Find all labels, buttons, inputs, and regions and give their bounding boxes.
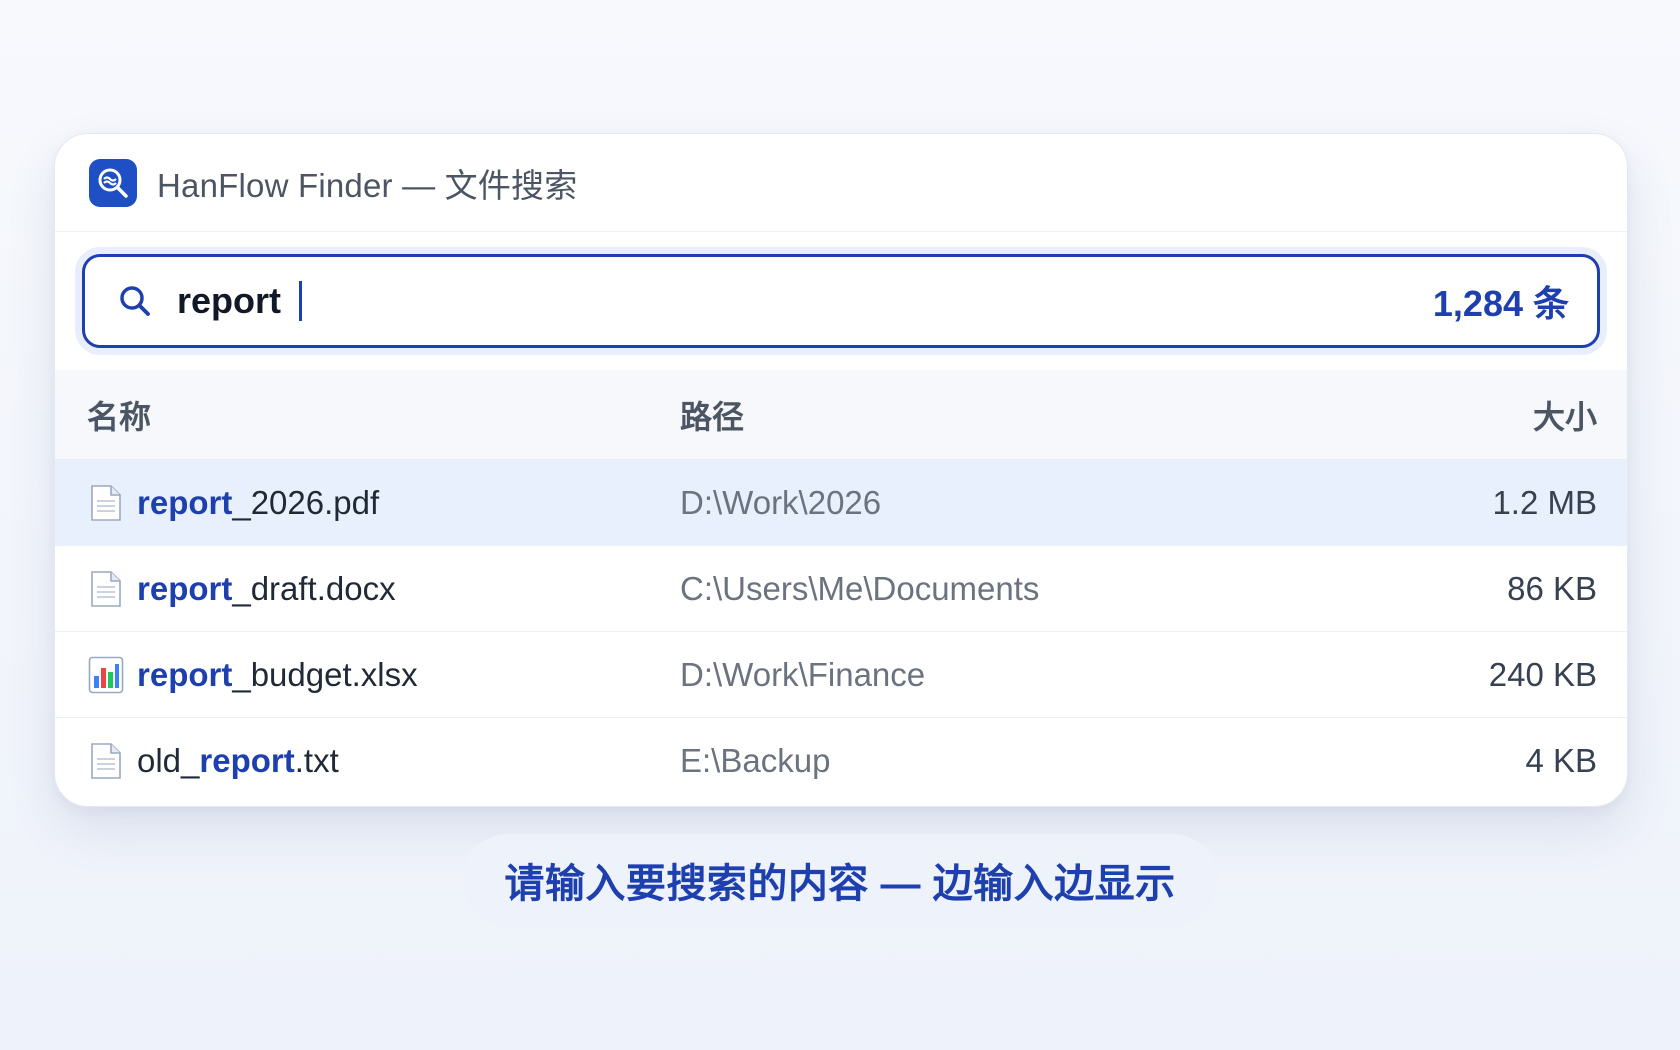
file-name: report_budget.xlsx bbox=[137, 655, 418, 693]
table-row[interactable]: old_report.txt E:\Backup 4 KB bbox=[55, 718, 1627, 804]
document-icon bbox=[87, 741, 125, 781]
file-path: D:\Work\2026 bbox=[680, 483, 882, 521]
results-table: 名称 路径 大小 report_2026.pdf D:\Work\2026 1.… bbox=[55, 370, 1627, 804]
table-row[interactable]: report_draft.docx C:\Users\Me\Documents … bbox=[55, 546, 1627, 632]
file-name: report_draft.docx bbox=[137, 569, 396, 607]
column-header-size[interactable]: 大小 bbox=[1533, 392, 1597, 438]
table-header: 名称 路径 大小 bbox=[55, 370, 1627, 460]
finder-window: HanFlow Finder — 文件搜索 report 1,284 条 名称 … bbox=[54, 133, 1628, 807]
document-icon bbox=[87, 483, 125, 523]
window-title: HanFlow Finder — 文件搜索 bbox=[157, 166, 578, 204]
search-box[interactable]: report 1,284 条 bbox=[82, 254, 1600, 348]
file-size: 240 KB bbox=[1488, 655, 1597, 693]
document-icon bbox=[87, 569, 125, 609]
file-size: 4 KB bbox=[1525, 742, 1597, 779]
table-row[interactable]: report_budget.xlsx D:\Work\Finance 240 K… bbox=[55, 632, 1627, 718]
column-header-name[interactable]: 名称 bbox=[87, 392, 151, 438]
text-caret bbox=[299, 281, 303, 321]
search-icon bbox=[117, 283, 153, 319]
table-row[interactable]: report_2026.pdf D:\Work\2026 1.2 MB bbox=[55, 460, 1627, 546]
file-path: C:\Users\Me\Documents bbox=[680, 569, 1040, 607]
file-size: 86 KB bbox=[1507, 569, 1597, 607]
column-header-path[interactable]: 路径 bbox=[680, 392, 744, 438]
title-bar: HanFlow Finder — 文件搜索 bbox=[55, 134, 1627, 232]
bar-chart-icon bbox=[87, 655, 125, 695]
file-path: E:\Backup bbox=[680, 742, 831, 779]
search-input[interactable]: report bbox=[177, 280, 281, 322]
file-size: 1.2 MB bbox=[1492, 483, 1597, 521]
hint-text: 请输入要搜索的内容 — 边输入边显示 bbox=[504, 862, 1176, 906]
search-logo-icon bbox=[89, 158, 137, 207]
file-name: report_2026.pdf bbox=[137, 483, 380, 521]
result-count: 1,284 条 bbox=[1432, 283, 1569, 324]
file-path: D:\Work\Finance bbox=[680, 655, 926, 693]
file-name: old_report.txt bbox=[137, 742, 339, 779]
hint-banner: 请输入要搜索的内容 — 边输入边显示 bbox=[462, 834, 1218, 926]
